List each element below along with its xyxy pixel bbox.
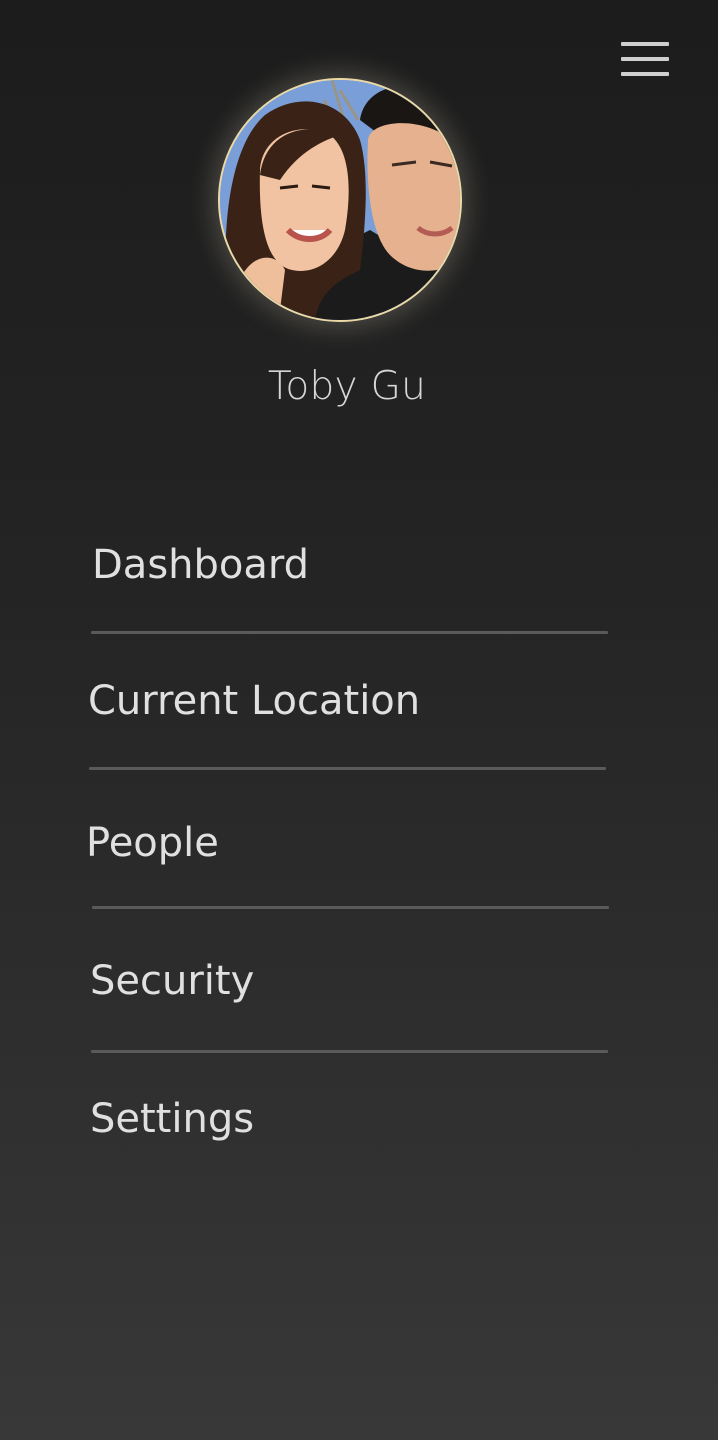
nav-item-label: Security — [90, 958, 255, 1004]
nav-item-people[interactable]: People — [86, 798, 608, 888]
avatar-photo — [220, 80, 460, 320]
hamburger-menu-icon — [621, 42, 669, 46]
nav-item-label: Settings — [90, 1096, 255, 1142]
nav-item-label: Current Location — [88, 678, 421, 724]
nav-item-label: Dashboard — [92, 542, 310, 588]
hamburger-menu-icon-bar — [621, 57, 669, 61]
divider — [92, 906, 609, 909]
hamburger-menu-button[interactable] — [612, 32, 678, 86]
nav-item-label: People — [86, 820, 219, 866]
avatar[interactable] — [218, 78, 462, 322]
nav-item-security[interactable]: Security — [90, 936, 612, 1026]
divider — [89, 767, 606, 770]
user-name: Toby Gu — [267, 364, 427, 409]
nav-item-current-location[interactable]: Current Location — [88, 656, 610, 746]
divider — [91, 631, 608, 634]
divider — [91, 1050, 608, 1053]
hamburger-menu-icon-bar — [621, 72, 669, 76]
nav-item-settings[interactable]: Settings — [90, 1074, 612, 1164]
nav-item-dashboard[interactable]: Dashboard — [92, 520, 614, 610]
